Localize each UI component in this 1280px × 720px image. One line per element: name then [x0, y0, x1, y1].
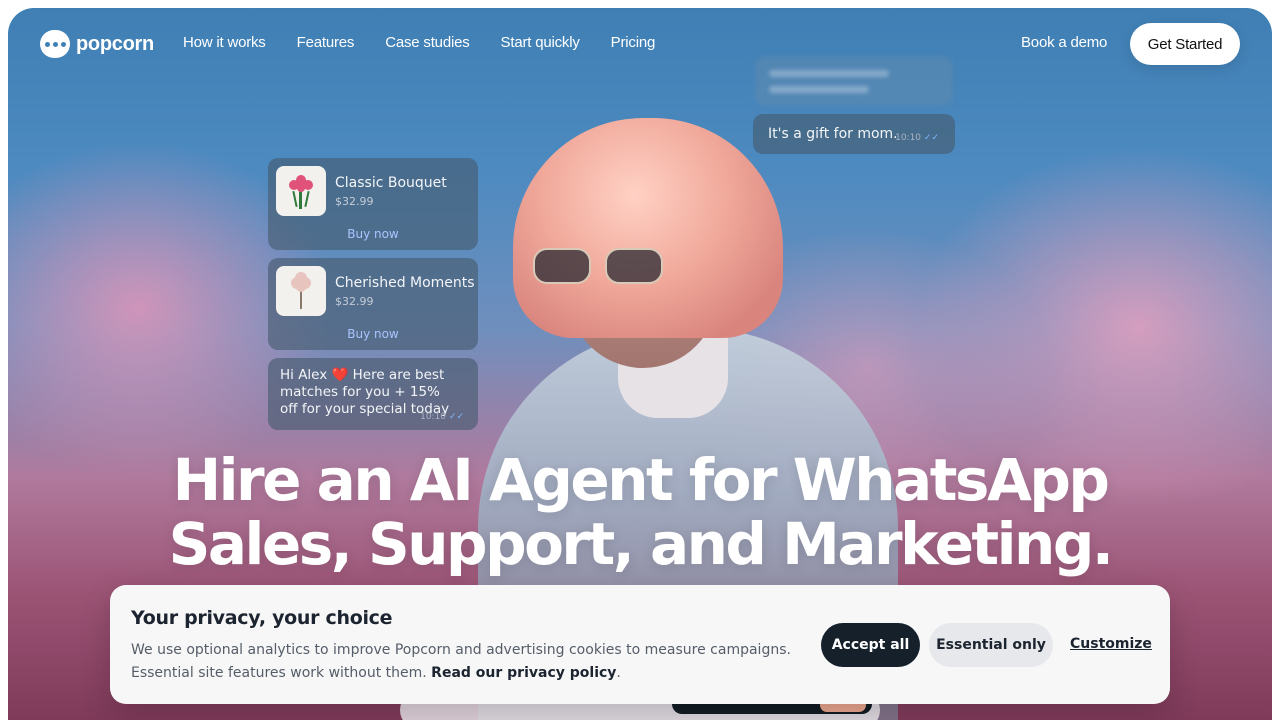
- product-card-cherished-moments: Cherished Moments $32.99 Buy now: [268, 258, 478, 350]
- greeting-message-text: Hi Alex ❤️ Here are best matches for you…: [280, 367, 450, 417]
- nav-links: How it works Features Case studies Start…: [183, 34, 655, 51]
- get-started-button[interactable]: Get Started: [1130, 23, 1240, 65]
- greeting-message-bubble: Hi Alex ❤️ Here are best matches for you…: [268, 358, 478, 430]
- product-card-classic-bouquet: Classic Bouquet $32.99 Buy now: [268, 158, 478, 250]
- nav-link-pricing[interactable]: Pricing: [611, 34, 656, 51]
- flower-icon: [276, 266, 326, 316]
- accept-all-button[interactable]: Accept all: [821, 623, 920, 667]
- gift-message-text: It's a gift for mom.: [768, 126, 898, 142]
- nav-link-features[interactable]: Features: [297, 34, 355, 51]
- product-name: Classic Bouquet: [335, 175, 447, 191]
- product-price: $32.99: [335, 195, 374, 208]
- logo[interactable]: popcorn: [40, 30, 154, 58]
- logo-text: popcorn: [76, 32, 154, 55]
- product-price: $32.99: [335, 295, 374, 308]
- cookie-consent-banner: Your privacy, your choice We use optiona…: [110, 585, 1170, 704]
- blurred-message-bubble: [755, 56, 953, 106]
- nav-link-how-it-works[interactable]: How it works: [183, 34, 266, 51]
- buy-now-link[interactable]: Buy now: [268, 327, 478, 341]
- essential-only-button[interactable]: Essential only: [929, 623, 1053, 667]
- nav-link-case-studies[interactable]: Case studies: [385, 34, 470, 51]
- hero-headline: Hire an AI Agent for WhatsApp Sales, Sup…: [0, 448, 1280, 576]
- product-name: Cherished Moments: [335, 275, 475, 291]
- message-time: 10:10 ✓✓: [895, 133, 939, 143]
- portrait-glasses: [533, 248, 673, 288]
- headline-line-1: Hire an AI Agent for WhatsApp: [172, 446, 1110, 514]
- nav-link-start-quickly[interactable]: Start quickly: [501, 34, 580, 51]
- top-nav: popcorn How it works Features Case studi…: [0, 0, 1280, 88]
- customize-button[interactable]: Customize: [1070, 636, 1152, 652]
- book-demo-link[interactable]: Book a demo: [1021, 34, 1107, 51]
- bouquet-icon: [276, 166, 326, 216]
- privacy-policy-link[interactable]: Read our privacy policy: [431, 665, 616, 681]
- message-time: 10:10 ✓✓: [420, 412, 464, 422]
- buy-now-link[interactable]: Buy now: [268, 227, 478, 241]
- cookie-description: We use optional analytics to improve Pop…: [131, 642, 791, 681]
- popcorn-logo-icon: [40, 30, 70, 58]
- headline-line-2: Sales, Support, and Marketing.: [168, 510, 1114, 578]
- double-check-icon: ✓✓: [923, 133, 939, 143]
- gift-message-bubble: It's a gift for mom. 10:10 ✓✓: [753, 114, 955, 154]
- double-check-icon: ✓✓: [448, 412, 464, 422]
- cookie-title: Your privacy, your choice: [131, 607, 393, 629]
- portrait-hair: [513, 118, 783, 338]
